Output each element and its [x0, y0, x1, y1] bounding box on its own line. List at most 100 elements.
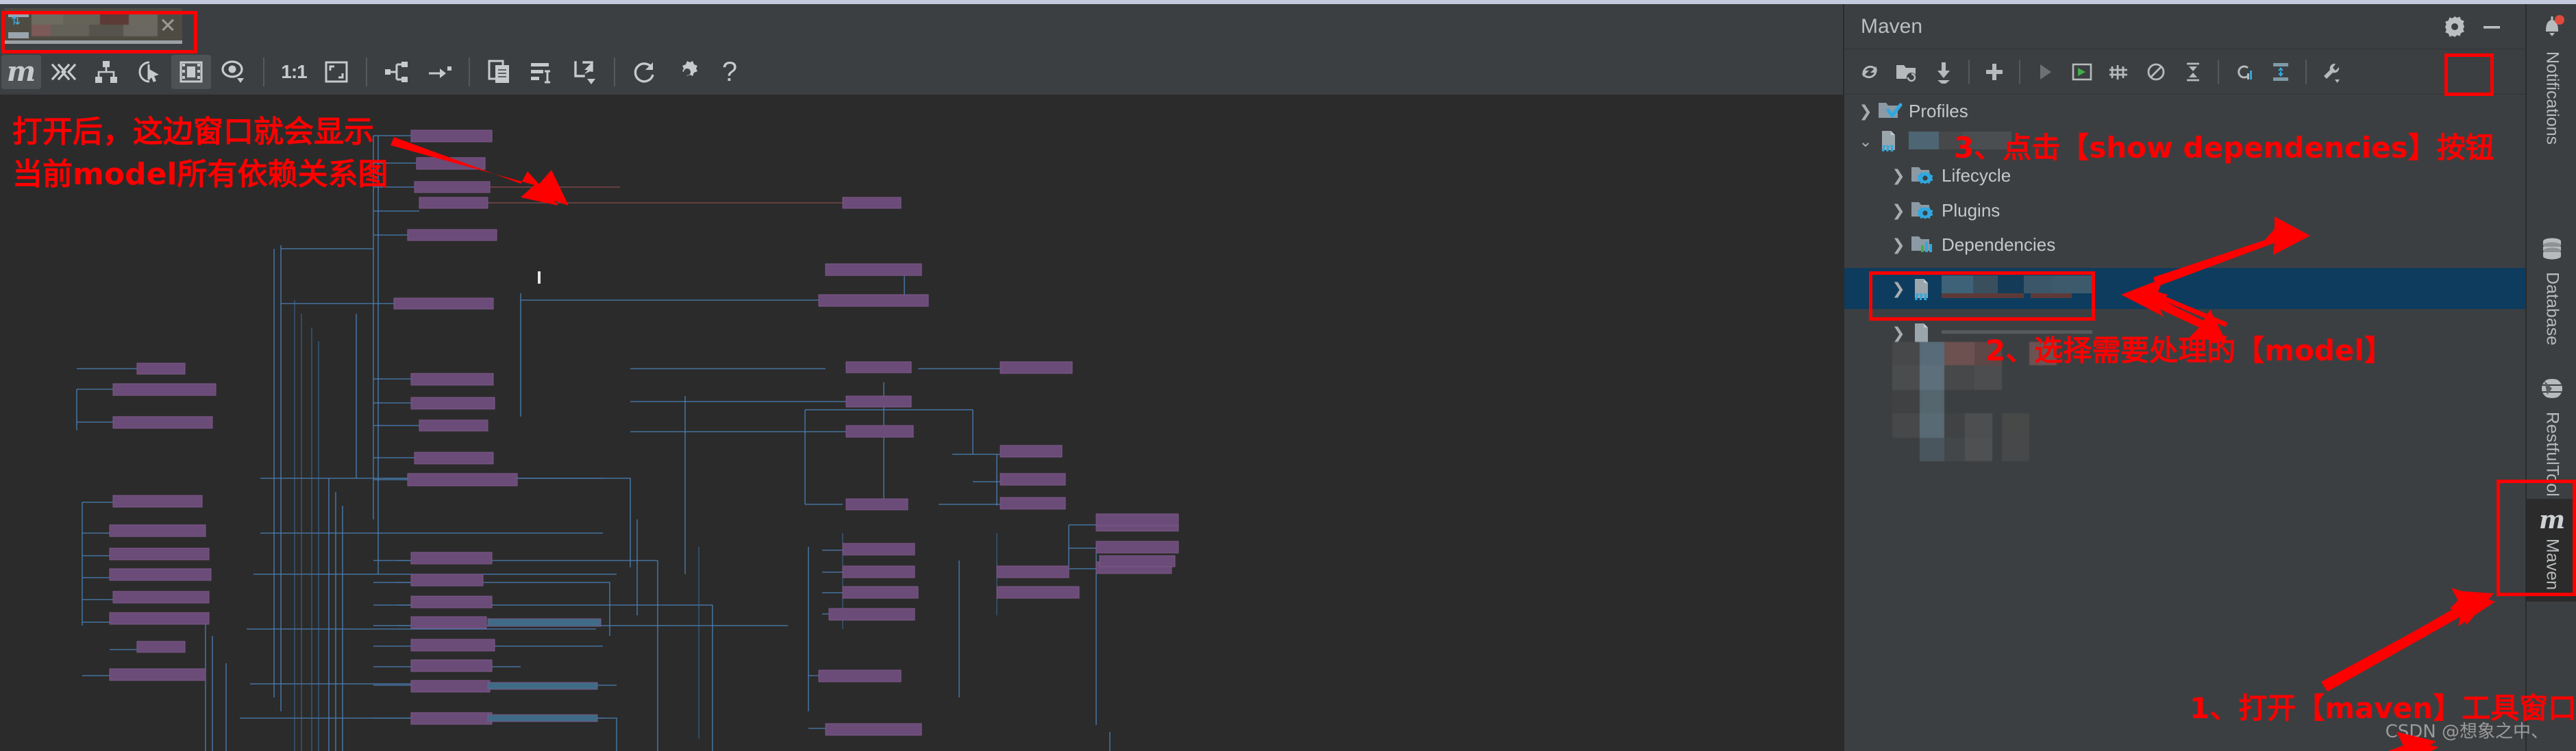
- toolbar-separator: [366, 58, 367, 86]
- export-icon[interactable]: [565, 55, 604, 89]
- fit-screen-icon[interactable]: [317, 55, 356, 89]
- toggle-offline-icon[interactable]: [2101, 55, 2137, 89]
- chevron-right-icon[interactable]: ❯: [1887, 167, 1910, 185]
- m-glyph: m: [7, 58, 36, 86]
- gear-icon[interactable]: [2436, 8, 2473, 45]
- toolbar-separator: [2019, 60, 2020, 84]
- watermark: CSDN @想象之中、: [2386, 717, 2549, 743]
- svg-text:m: m: [1881, 140, 1894, 154]
- blurred-module-list: [1892, 342, 2098, 472]
- editor-tab[interactable]: ⇅: [4, 8, 182, 44]
- add-icon[interactable]: [1977, 55, 2012, 89]
- maven-m-icon: m: [2539, 506, 2565, 534]
- stripe-label-restfultool: RestfulTool: [2542, 412, 2562, 497]
- add-maven-project-icon[interactable]: [1889, 55, 1924, 89]
- one-to-one-glyph: 1:1: [281, 61, 306, 83]
- selection-mode-icon[interactable]: [129, 55, 169, 89]
- tree-row-lifecycle[interactable]: ❯ Lifecycle: [1844, 161, 2527, 190]
- tree-label-next-module: [1942, 326, 2092, 340]
- maven-header: Maven: [1844, 4, 2527, 49]
- maven-module-icon: m: [1910, 277, 1936, 300]
- chevron-right-icon[interactable]: ❯: [1854, 102, 1877, 121]
- show-formula-icon[interactable]: m: [1, 55, 41, 89]
- toolbar-separator: [469, 58, 470, 86]
- tree-label-lifecycle: Lifecycle: [1942, 165, 2011, 186]
- tree-row-selected-module[interactable]: ❯ m: [1844, 268, 2527, 309]
- chevron-right-icon[interactable]: ❯: [1887, 236, 1910, 254]
- diagram-thumbnail-icon: ⇅: [8, 11, 29, 38]
- tree-label-profiles: Profiles: [1909, 101, 1968, 122]
- chevron-right-icon[interactable]: ❯: [1887, 324, 1910, 343]
- toolbar-separator: [263, 58, 264, 86]
- chevron-right-icon[interactable]: ❯: [1887, 201, 1910, 220]
- diagram-editor-pane: ⇅ m: [0, 4, 1843, 751]
- visibility-icon[interactable]: [214, 55, 253, 89]
- question-mark-glyph: ?: [722, 57, 737, 88]
- stripe-tab-notifications[interactable]: Notifications: [2527, 11, 2576, 145]
- actual-size-icon[interactable]: 1:1: [274, 55, 314, 89]
- svg-text:m: m: [1914, 288, 1928, 303]
- dependency-graph-canvas[interactable]: 打开后，这边窗口就会显示 当前model所有依赖关系图: [0, 95, 1843, 751]
- toolbar-separator: [2305, 60, 2307, 84]
- tree-row-root-module[interactable]: ⌄ m: [1844, 127, 2527, 156]
- database-icon: [2538, 234, 2566, 268]
- tree-label-plugins: Plugins: [1942, 200, 2000, 221]
- diagram-toolbar: m: [0, 49, 1843, 95]
- arrows-icon: ⇅: [11, 15, 21, 27]
- plugins-folder-icon: [1910, 199, 1936, 222]
- maven-tool-window: Maven: [1843, 4, 2525, 751]
- profiles-folder-icon: [1877, 99, 1903, 123]
- tree-label-dependencies: Dependencies: [1942, 234, 2055, 256]
- gear-icon[interactable]: [667, 55, 707, 89]
- maven-module-icon: [1910, 321, 1936, 345]
- jump-to-icon[interactable]: [419, 55, 459, 89]
- close-icon[interactable]: [158, 14, 178, 35]
- refresh-icon[interactable]: [625, 55, 665, 89]
- run-icon[interactable]: [2027, 55, 2063, 89]
- dependency-graph-svg: [0, 95, 1843, 751]
- chevron-down-icon[interactable]: ⌄: [1854, 132, 1877, 151]
- stripe-label-maven: Maven: [2542, 539, 2562, 590]
- skip-tests-icon[interactable]: [2138, 55, 2174, 89]
- maven-projects-tree: ❯ Profiles ⌄ m: [1844, 95, 2527, 751]
- stripe-label-notifications: Notifications: [2542, 51, 2562, 145]
- editor-tab-row: ⇅: [0, 4, 1843, 49]
- tree-row-profiles[interactable]: ❯ Profiles: [1844, 97, 2527, 125]
- right-tool-stripe: Notifications Database: [2525, 4, 2576, 751]
- expand-node-icon[interactable]: [377, 55, 417, 89]
- help-icon[interactable]: ?: [710, 55, 750, 89]
- reload-all-projects-icon[interactable]: [1852, 55, 1887, 89]
- stripe-tab-maven[interactable]: m Maven: [2527, 499, 2576, 602]
- expand-all-icon[interactable]: [2226, 55, 2262, 89]
- tree-row-plugins[interactable]: ❯ Plugins: [1844, 196, 2527, 225]
- show-dependencies-icon[interactable]: [2263, 55, 2299, 89]
- maven-module-icon: m: [1877, 130, 1903, 153]
- execute-goal-icon[interactable]: [2064, 55, 2100, 89]
- toolbar-separator: [614, 58, 615, 86]
- maven-toolbar: [1844, 49, 2527, 95]
- layout-icon[interactable]: [522, 55, 562, 89]
- hierarchy-icon[interactable]: [86, 55, 126, 89]
- tree-row-dependencies[interactable]: ❯ Dependencies: [1844, 230, 2527, 259]
- maven-header-actions: [2436, 8, 2527, 45]
- globe-icon: [2538, 374, 2566, 408]
- fit-content-icon[interactable]: [171, 55, 211, 89]
- collapse-expand-icon[interactable]: [44, 55, 84, 89]
- maven-settings-icon[interactable]: [2314, 55, 2349, 89]
- toolbar-separator: [1968, 60, 1970, 84]
- stripe-tab-database[interactable]: Database: [2527, 234, 2576, 345]
- editor-tab-label: [32, 13, 158, 36]
- chevron-right-icon[interactable]: ❯: [1887, 280, 1910, 298]
- stripe-tab-restfultool[interactable]: RestfulTool: [2527, 374, 2576, 497]
- intellij-window: ⇅ m: [0, 0, 2576, 751]
- toolbar-separator: [2218, 60, 2219, 84]
- hide-window-icon[interactable]: [2473, 8, 2510, 45]
- tree-label-selected-module: [1942, 275, 2092, 301]
- maven-title: Maven: [1861, 15, 1922, 38]
- dependencies-folder-icon: [1910, 233, 1936, 256]
- collapse-all-icon[interactable]: [2175, 55, 2211, 89]
- download-sources-icon[interactable]: [1926, 55, 1961, 89]
- lifecycle-folder-icon: [1910, 164, 1936, 187]
- copy-icon[interactable]: [480, 55, 519, 89]
- bell-icon: [2536, 11, 2568, 47]
